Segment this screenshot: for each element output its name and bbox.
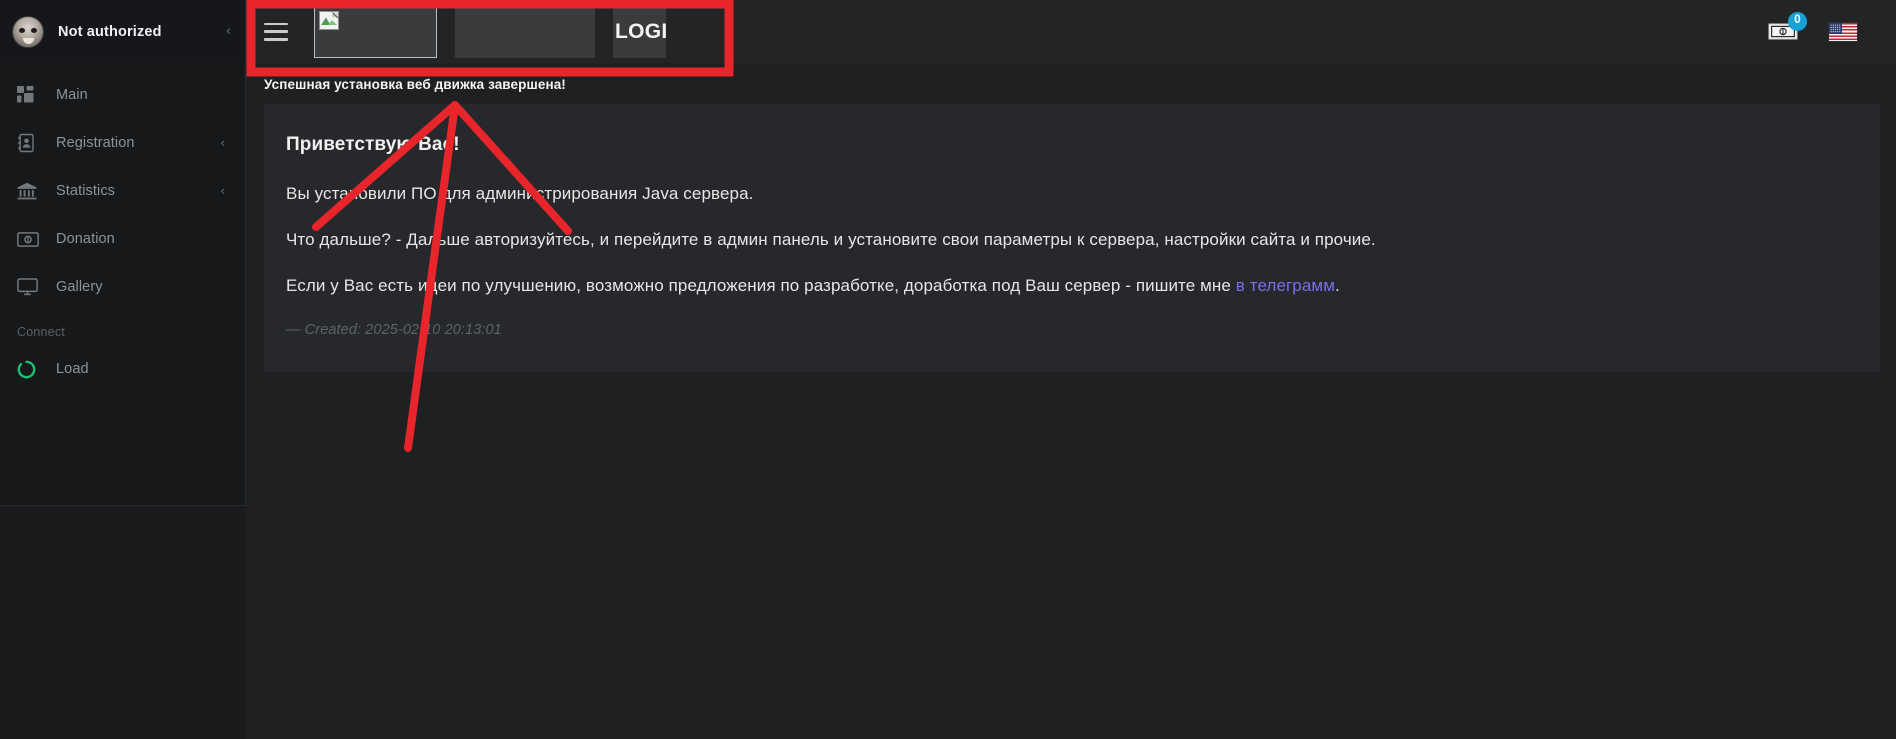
sidebar-item-registration[interactable]: Registration ‹ (0, 119, 245, 167)
navbar-logo-box[interactable] (314, 5, 437, 58)
balance-badge: 0 (1788, 11, 1807, 31)
sidebar-item-statistics[interactable]: Statistics ‹ (0, 167, 245, 215)
install-success-alert: Успешная установка веб движка завершена! (264, 77, 566, 92)
hamburger-icon[interactable] (264, 22, 288, 41)
top-navbar: LOGI 0 (246, 0, 1896, 63)
banknote-icon (17, 228, 43, 250)
welcome-paragraph-1: Вы установили ПО для администрирования J… (286, 184, 754, 203)
sidebar-item-donation[interactable]: Donation (0, 215, 245, 263)
grid-icon (17, 84, 43, 106)
sidebar-item-load[interactable]: Load (0, 345, 245, 393)
sidebar-item-label: Gallery (56, 279, 103, 295)
welcome-paragraph-3: Если у Вас есть идеи по улучшению, возмо… (286, 276, 1858, 296)
chevron-left-icon[interactable]: ‹ (226, 25, 231, 38)
address-book-icon (17, 132, 43, 154)
sidebar-item-label: Registration (56, 135, 135, 151)
login-button[interactable]: LOGI (613, 5, 666, 58)
broken-image-icon (319, 10, 339, 30)
monitor-icon (17, 276, 43, 298)
created-timestamp: — Created: 2025-02-10 20:13:01 (286, 322, 502, 338)
sidebar-item-gallery[interactable]: Gallery (0, 263, 245, 311)
app-root: Not authorized ‹ Main Registration ‹ Sta… (0, 0, 1896, 739)
sidebar-item-label: Load (56, 361, 89, 377)
us-flag-icon[interactable] (1828, 21, 1858, 42)
navbar-blank-box[interactable] (455, 5, 595, 58)
navbar-right-group: 0 (1768, 11, 1896, 43)
sidebar: Not authorized ‹ Main Registration ‹ Sta… (0, 0, 246, 506)
paragraph-3-text-after: . (1335, 276, 1340, 295)
sidebar-item-label: Main (56, 87, 88, 103)
sidebar-item-label: Statistics (56, 183, 116, 199)
loading-circle-icon (17, 358, 43, 380)
paragraph-3-text-before: Если у Вас есть идеи по улучшению, возмо… (286, 276, 1236, 295)
main-content: Успешная установка веб движка завершена!… (246, 63, 1896, 739)
login-button-label: LOGI (615, 19, 666, 43)
chevron-left-icon[interactable]: ‹ (220, 137, 225, 149)
sidebar-nav: Main Registration ‹ Statistics ‹ Donatio… (0, 63, 245, 393)
sidebar-section-connect: Connect (17, 325, 65, 339)
sidebar-item-label: Donation (56, 231, 115, 247)
sidebar-user-header[interactable]: Not authorized ‹ (0, 0, 245, 63)
bank-icon (17, 180, 43, 202)
welcome-paragraph-2: Что дальше? - Дальше авторизуйтесь, и пе… (286, 230, 1376, 249)
navbar-balance-button[interactable]: 0 (1768, 11, 1807, 43)
sidebar-item-main[interactable]: Main (0, 71, 245, 119)
flag-canton (1829, 22, 1842, 34)
welcome-card: Приветствую Вас! Вы установили ПО для ад… (264, 104, 1880, 372)
sidebar-username: Not authorized (58, 23, 162, 40)
telegram-link[interactable]: в телеграмм (1236, 276, 1335, 295)
monkey-avatar-icon (12, 15, 44, 48)
chevron-left-icon[interactable]: ‹ (220, 185, 225, 197)
welcome-heading: Приветствую Вас! (286, 134, 460, 155)
